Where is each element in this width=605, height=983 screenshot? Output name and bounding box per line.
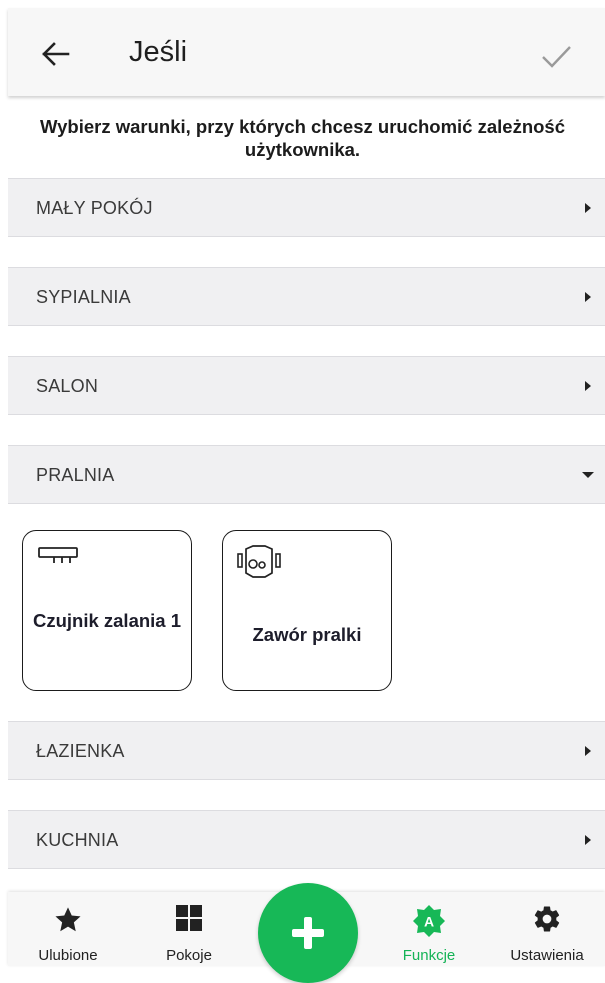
caret-right-icon: [585, 381, 591, 391]
room-label: KUCHNIA: [36, 830, 119, 850]
caret-right-icon: [585, 746, 591, 756]
room-label: SALON: [36, 376, 99, 396]
gear-icon: [534, 906, 560, 932]
room-row-maly-pokoj[interactable]: MAŁY POKÓJ: [8, 178, 605, 237]
add-button[interactable]: [258, 883, 358, 983]
room-row-salon[interactable]: SALON: [8, 356, 605, 415]
nav-item-pokoje[interactable]: Pokoje: [134, 892, 244, 966]
instruction-text: Wybierz warunki, przy których chcesz uru…: [39, 116, 566, 160]
arrow-left-icon: [42, 42, 70, 66]
room-label: PRALNIA: [36, 465, 115, 485]
device-card-flood-sensor[interactable]: Czujnik zalania 1: [22, 530, 192, 691]
room-row-kuchnia[interactable]: KUCHNIA: [8, 810, 605, 869]
room-row-lazienka[interactable]: ŁAZIENKA: [8, 721, 605, 780]
room-label: SYPIALNIA: [36, 287, 131, 307]
nav-item-ustawienia[interactable]: Ustawienia: [492, 892, 602, 966]
plus-icon: [292, 917, 324, 949]
room-label: ŁAZIENKA: [36, 741, 125, 761]
device-card-washer-valve[interactable]: Zawór pralki: [222, 530, 392, 691]
caret-right-icon: [585, 203, 591, 213]
confirm-button[interactable]: [536, 36, 576, 76]
nav-item-funkcje[interactable]: A Funkcje: [374, 892, 484, 966]
room-row-sypialnia[interactable]: SYPIALNIA: [8, 267, 605, 326]
nav-item-ulubione[interactable]: Ulubione: [13, 892, 123, 966]
flood-sensor-icon: [38, 547, 78, 563]
caret-right-icon: [585, 835, 591, 845]
check-icon: [542, 46, 571, 68]
nav-label: Ulubione: [38, 947, 98, 964]
nav-label: Pokoje: [166, 947, 212, 964]
page-title: Jeśli: [129, 36, 188, 68]
nav-label: Ustawienia: [510, 947, 584, 964]
app-bar: Jeśli: [8, 8, 605, 96]
grid-icon: [176, 905, 202, 931]
back-button[interactable]: [36, 34, 76, 74]
svg-text:A: A: [424, 914, 434, 930]
device-name: Czujnik zalania 1: [32, 610, 182, 631]
caret-right-icon: [585, 292, 591, 302]
caret-down-icon: [582, 472, 594, 478]
room-label: MAŁY POKÓJ: [36, 198, 153, 218]
washer-valve-icon: [237, 545, 281, 578]
functions-icon: A: [413, 905, 445, 937]
room-row-pralnia[interactable]: PRALNIA: [8, 445, 605, 504]
device-name: Zawór pralki: [252, 624, 362, 645]
nav-label: Funkcje: [402, 947, 456, 964]
star-icon: [55, 907, 81, 932]
